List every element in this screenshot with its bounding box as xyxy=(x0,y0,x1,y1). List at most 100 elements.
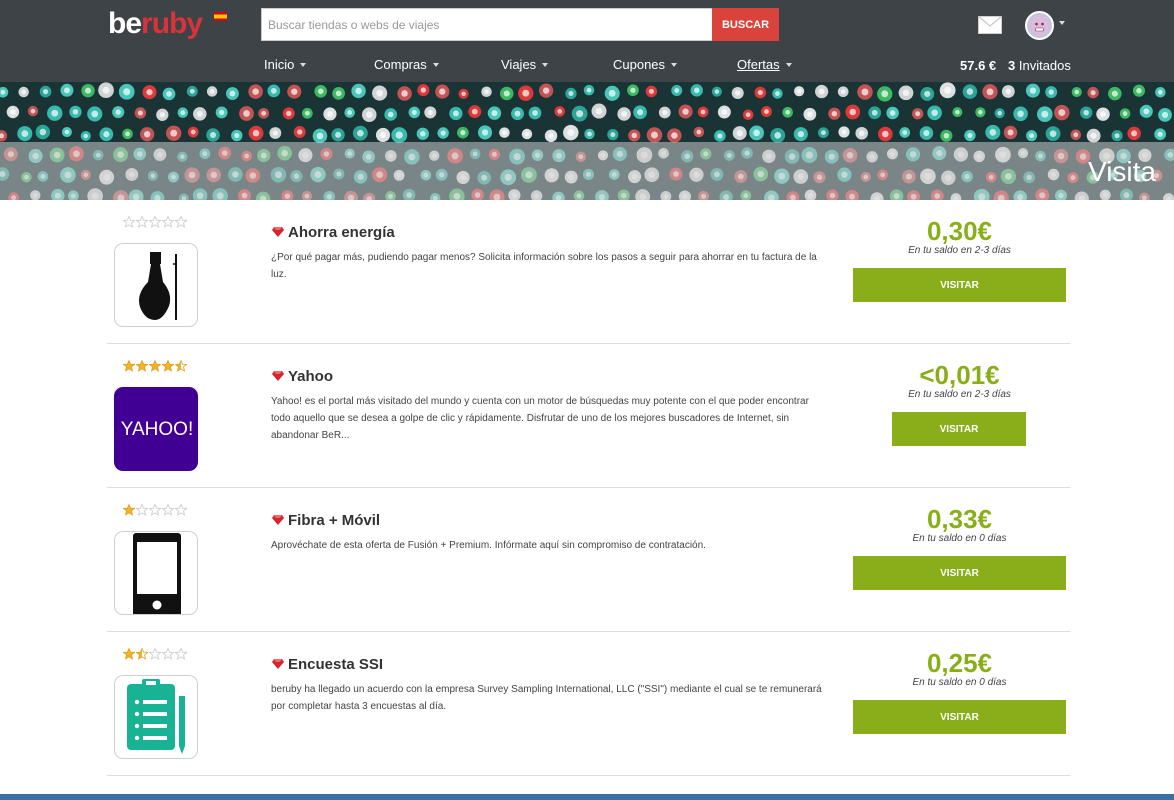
led-dot-highlight xyxy=(774,132,782,139)
avatar-dropdown-caret-icon[interactable] xyxy=(1059,21,1065,25)
nav-ofertas[interactable]: Ofertas xyxy=(737,57,792,72)
led-dot-highlight xyxy=(631,132,638,139)
led-dot-highlight xyxy=(365,111,373,118)
caret-down-icon xyxy=(785,62,792,67)
led-dot-highlight xyxy=(64,129,70,135)
nav-inicio[interactable]: Inicio xyxy=(264,57,307,72)
rating-stars xyxy=(123,504,187,518)
rating-stars xyxy=(123,648,187,662)
invited-count-link[interactable]: 3 Invitados xyxy=(1008,58,1071,73)
nav-compras[interactable]: Compras xyxy=(374,57,439,72)
offer-thumbnail[interactable] xyxy=(114,243,198,327)
led-dot-highlight xyxy=(270,88,277,94)
offer-price: 0,33€ xyxy=(926,504,993,534)
yahoo-logo-text: YAHOO! xyxy=(121,419,194,440)
beruby-logo[interactable]: beruby xyxy=(108,7,203,41)
led-dot-highlight xyxy=(189,88,195,94)
led-dot-highlight xyxy=(286,110,292,117)
led-dot-highlight xyxy=(471,108,478,115)
led-dot-highlight xyxy=(439,88,446,95)
rating-star-icon xyxy=(136,504,148,516)
led-dot-highlight xyxy=(586,87,592,93)
led-dot-highlight xyxy=(648,88,654,94)
caret-down-icon xyxy=(671,62,678,67)
offer-thumbnail[interactable] xyxy=(114,531,198,615)
led-dot-highlight xyxy=(316,132,324,140)
led-dot-highlight xyxy=(721,109,728,115)
led-dot-highlight xyxy=(180,110,186,116)
led-dot-highlight xyxy=(234,133,240,139)
led-dot-highlight xyxy=(51,109,59,117)
offer-description: Yahoo! es el portal más visitado del mun… xyxy=(271,396,809,441)
led-dot-highlight xyxy=(717,133,723,139)
led-dot-highlight xyxy=(986,88,994,96)
rating-star-icon xyxy=(175,648,187,660)
led-dot-highlight xyxy=(1090,132,1097,139)
led-dot-highlight xyxy=(503,90,510,97)
offer-price: 0,25€ xyxy=(926,648,993,678)
led-dot-highlight xyxy=(460,130,466,136)
led-dot-highlight xyxy=(401,90,408,97)
offer-eta: En tu saldo en 2-3 días xyxy=(908,245,1011,256)
spain-flag-icon[interactable] xyxy=(214,12,227,21)
led-dot-highlight xyxy=(637,109,644,116)
offer-title[interactable]: Yahoo xyxy=(288,368,333,385)
led-dot-highlight xyxy=(595,107,603,115)
user-avatar[interactable] xyxy=(1025,11,1054,40)
led-dot-highlight xyxy=(997,110,1002,116)
led-dot-highlight xyxy=(882,130,889,138)
led-dot-highlight xyxy=(753,129,760,137)
led-dot-highlight xyxy=(103,131,110,138)
rating-star-icon xyxy=(123,216,135,228)
led-dot-highlight xyxy=(608,89,616,97)
nav-viajes[interactable]: Viajes xyxy=(501,57,549,72)
offer-title[interactable]: Fibra + Móvil xyxy=(288,512,380,529)
led-dot-highlight xyxy=(568,90,574,97)
mail-icon[interactable] xyxy=(978,16,1002,34)
caret-down-icon xyxy=(300,62,307,67)
search-input[interactable] xyxy=(261,8,712,41)
rating-star-icon xyxy=(123,648,135,660)
led-dot-highlight xyxy=(420,87,427,93)
led-dot-highlight xyxy=(881,90,889,98)
visit-button[interactable]: VISITAR xyxy=(853,268,1066,302)
search-button[interactable]: BUSCAR xyxy=(712,8,779,41)
visit-button[interactable]: VISITAR xyxy=(853,556,1066,590)
balance-amount[interactable]: 57.6 € xyxy=(960,58,996,73)
rating-stars xyxy=(123,360,187,374)
led-dot-highlight xyxy=(209,89,215,94)
offer-thumbnail[interactable] xyxy=(114,675,198,759)
led-dot-highlight xyxy=(662,109,668,116)
nav-compras-label: Compras xyxy=(374,57,427,72)
led-dot-highlight xyxy=(745,112,751,118)
led-dot-highlight xyxy=(420,131,426,137)
led-dot-highlight xyxy=(889,110,896,116)
led-dot-highlight xyxy=(10,109,16,115)
led-dot-highlight xyxy=(693,87,700,94)
led-dot-highlight xyxy=(785,109,791,115)
led-dot-highlight xyxy=(484,89,489,95)
nav-cupones[interactable]: Cupones xyxy=(613,57,678,72)
led-dot-highlight xyxy=(858,130,865,137)
led-dot-highlight xyxy=(924,90,931,98)
led-dot-highlight xyxy=(1090,90,1096,96)
logo-ruby: ruby xyxy=(141,7,203,40)
offer-thumbnail[interactable]: YAHOO! xyxy=(114,387,198,471)
led-dot-highlight xyxy=(1158,89,1163,95)
led-dot-highlight xyxy=(1005,88,1012,95)
led-dot-highlight xyxy=(85,87,92,94)
offer-title[interactable]: Encuesta SSI xyxy=(288,656,383,673)
led-dot-highlight xyxy=(317,88,324,95)
led-dot-highlight xyxy=(650,131,658,139)
rating-star-icon xyxy=(175,216,187,228)
visit-button[interactable]: VISITAR xyxy=(892,412,1026,446)
led-dot-highlight xyxy=(674,88,680,94)
led-dot-highlight xyxy=(1048,89,1054,95)
visit-button[interactable]: VISITAR xyxy=(853,700,1066,734)
led-dot-highlight xyxy=(395,131,403,139)
led-dot-highlight xyxy=(522,89,530,97)
offer-title[interactable]: Ahorra energía xyxy=(288,224,395,241)
led-dot-highlight xyxy=(831,110,838,117)
rating-star-icon xyxy=(149,648,161,660)
led-dot-highlight xyxy=(42,89,49,95)
